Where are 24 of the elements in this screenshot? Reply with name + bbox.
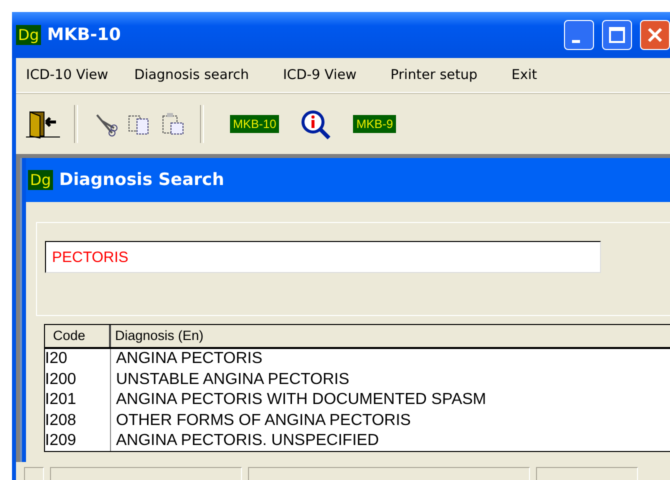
- table-cell: I209: [45, 431, 111, 451]
- table-cell: I201: [45, 390, 111, 410]
- window-title: Diagnosis Search: [59, 170, 224, 190]
- menu-item[interactable]: Exit: [502, 67, 548, 83]
- window-title: MKB-10: [47, 25, 121, 45]
- search-field[interactable]: PECTORIS: [45, 241, 601, 273]
- menu-item[interactable]: ICD-9 View: [272, 67, 367, 83]
- table-cell-text: ANGINA PECTORIS WITH DOCUMENTED SPASM: [115, 390, 488, 410]
- toolbar-button[interactable]: MKB-10: [230, 115, 280, 133]
- column-header[interactable]: Code: [45, 325, 111, 347]
- table-cell: I208: [45, 410, 111, 431]
- app-icon: Dg: [28, 170, 54, 190]
- table-cell: I200: [45, 370, 111, 390]
- table-cell-text: ANGINA PECTORIS: [115, 349, 264, 369]
- table-cell-text: ANGINA PECTORIS. UNSPECIFIED: [115, 431, 380, 451]
- menu-item[interactable]: Printer setup: [380, 67, 488, 83]
- column-header[interactable]: Diagnosis (En): [111, 325, 670, 347]
- table-cell-text: UNSTABLE ANGINA PECTORIS: [115, 370, 350, 390]
- app-icon: Dg: [16, 25, 42, 45]
- toolbar-button[interactable]: MKB-9: [353, 115, 396, 133]
- menu-item[interactable]: Diagnosis search: [124, 67, 259, 83]
- table-cell-text: OTHER FORMS OF ANGINA PECTORIS: [115, 410, 412, 430]
- table-cell: I20: [45, 349, 111, 370]
- menu-item[interactable]: ICD-10 View: [16, 67, 118, 83]
